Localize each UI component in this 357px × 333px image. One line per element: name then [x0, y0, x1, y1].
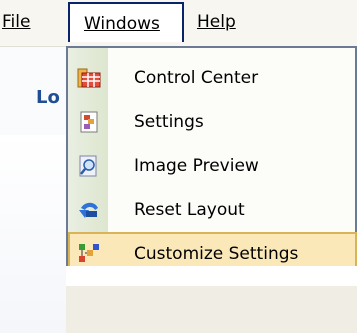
settings-icon — [80, 111, 98, 133]
menu-item-label: Image Preview — [134, 156, 259, 176]
menu-help[interactable]: Help — [197, 0, 236, 46]
windows-dropdown-menu: Control Center Settings Image Preview Re… — [66, 46, 357, 276]
menu-windows-label: Windows — [84, 14, 160, 34]
control-center-icon — [77, 68, 101, 88]
background-band — [0, 135, 66, 333]
menu-item-image-preview[interactable]: Image Preview — [68, 144, 357, 188]
reset-layout-icon — [79, 202, 98, 218]
menu-file-label: File — [2, 12, 31, 32]
menu-help-label: Help — [197, 12, 236, 32]
menu-item-reset-layout[interactable]: Reset Layout — [68, 188, 357, 232]
menu-windows[interactable]: Windows — [68, 2, 184, 42]
menu-item-control-center[interactable]: Control Center — [68, 56, 357, 100]
menu-item-settings[interactable]: Settings — [68, 100, 357, 144]
image-preview-icon — [79, 155, 97, 177]
background-panel: Lo — [0, 47, 66, 333]
background-partial-text: Lo — [36, 87, 60, 108]
menu-bar: File Windows Help — [0, 0, 357, 47]
menu-item-label: Reset Layout — [134, 200, 245, 220]
menu-item-label: Control Center — [134, 68, 259, 88]
menu-item-label: Settings — [134, 112, 204, 132]
menu-file[interactable]: File — [2, 0, 30, 46]
background-bottom-strip — [66, 266, 357, 286]
customize-settings-icon — [79, 244, 99, 262]
